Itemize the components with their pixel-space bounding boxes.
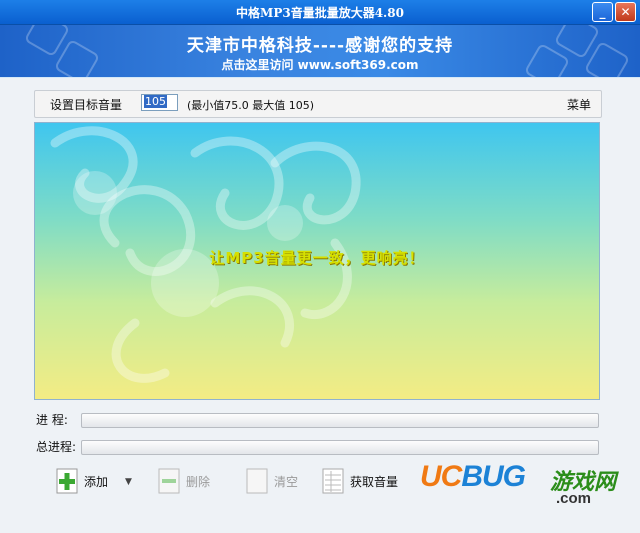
title-bar[interactable]: 中格MP3音量批量放大器4.80 _ ✕ — [0, 0, 640, 25]
total-progress-bar — [81, 440, 599, 455]
progress-label: 进 程: — [36, 413, 68, 427]
close-icon: ✕ — [620, 5, 631, 19]
window-title: 中格MP3音量批量放大器4.80 — [236, 6, 404, 20]
target-volume-input[interactable]: 105 — [141, 94, 178, 111]
plus-icon — [56, 468, 78, 494]
settings-toolbar: 设置目标音量 105 (最小值75.0 最大值 105) 菜单 — [34, 90, 602, 118]
delete-button[interactable]: 删除 — [158, 463, 210, 499]
total-progress-label: 总进程: — [36, 440, 77, 454]
minus-icon — [158, 468, 180, 494]
minimize-icon: _ — [599, 5, 606, 19]
close-button[interactable]: ✕ — [615, 2, 636, 22]
clear-button[interactable]: 清空 — [246, 463, 298, 499]
delete-button-label: 删除 — [186, 474, 211, 489]
file-list-area[interactable]: 让MP3音量更一致，更响亮！ — [34, 122, 600, 400]
add-button-label: 添加 — [84, 474, 109, 489]
table-icon — [322, 468, 344, 494]
volume-range-hint: (最小值75.0 最大值 105) — [187, 99, 315, 112]
minimize-button[interactable]: _ — [592, 2, 613, 22]
get-volume-button[interactable]: 获取音量 — [322, 463, 398, 499]
clear-button-label: 清空 — [274, 474, 299, 489]
progress-bar — [81, 413, 599, 428]
add-dropdown-arrow[interactable]: ▼ — [125, 477, 132, 487]
add-button[interactable]: 添加 — [56, 463, 108, 499]
menu-button[interactable]: 菜单 — [567, 96, 591, 113]
banner-thanks: 天津市中格科技----感谢您的支持 — [186, 36, 454, 56]
get-volume-button-label: 获取音量 — [350, 474, 399, 489]
banner-website[interactable]: 点击这里访问 www.soft369.com — [0, 56, 640, 73]
target-volume-label: 设置目标音量 — [50, 98, 123, 112]
slogan-text: 让MP3音量更一致，更响亮！ — [209, 249, 425, 267]
banner-link[interactable]: 天津市中格科技----感谢您的支持 点击这里访问 www.soft369.com — [0, 25, 640, 77]
ucbug-watermark-logo: UCBUG 游戏网 .com — [420, 460, 617, 507]
clear-icon — [246, 468, 268, 494]
main-panel: 设置目标音量 105 (最小值75.0 最大值 105) 菜单 让MP3音量更一… — [0, 78, 640, 533]
